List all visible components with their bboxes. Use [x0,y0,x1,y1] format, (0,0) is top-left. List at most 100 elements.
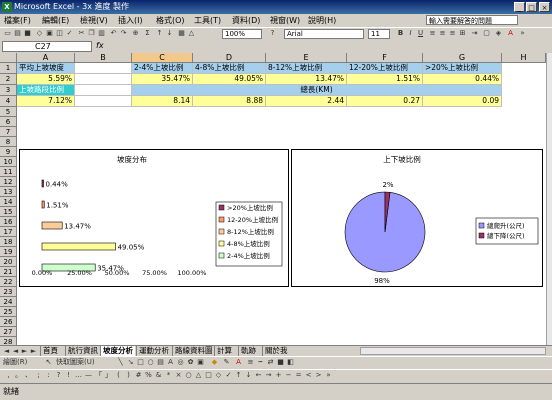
row-header[interactable]: 15 [0,207,17,217]
symbol-up-icon[interactable]: ↑ [234,371,243,380]
wordart-tool-icon[interactable]: A [166,358,175,367]
row-header[interactable]: 22 [0,277,17,287]
symbol-diamond-icon[interactable]: ◇ [214,371,223,380]
menu-help[interactable]: 說明(H) [308,15,336,26]
cell-g1[interactable]: >20%上坡比例 [423,63,502,74]
symbol-gt-icon[interactable]: > [314,371,323,380]
zoom-select[interactable]: 100% [222,29,262,39]
autosum-icon[interactable]: Σ [143,29,152,38]
chart-wizard-icon[interactable]: ▦ [177,29,186,38]
print-preview-icon[interactable]: ◫ [55,29,64,38]
symbol-hash-icon[interactable]: # [134,371,143,380]
row-header[interactable]: 10 [0,157,17,167]
merge-center-icon[interactable]: ⊞ [458,29,467,38]
menu-edit[interactable]: 編輯(E) [42,15,69,26]
cell-d1[interactable]: 4-8%上坡比例 [193,63,266,74]
last-sheet-icon[interactable]: ► [29,346,38,355]
autoshapes-menu-button[interactable]: 快取圖案(U) [56,358,112,367]
cell-g2[interactable]: 0.44% [423,74,502,85]
row-header[interactable]: 4 [0,96,17,107]
menu-data[interactable]: 資料(D) [232,15,260,26]
symbol-dot-icon[interactable]: 、 [24,371,33,380]
close-button[interactable]: × [539,2,550,12]
symbol-times-icon[interactable]: × [174,371,183,380]
row-header[interactable]: 8 [0,137,17,147]
symbol-comma-icon[interactable]: , [4,371,13,380]
cell-a3[interactable]: 上坡路段比例 [17,85,75,96]
column-header-g[interactable]: G [423,53,502,63]
row-header[interactable]: 17 [0,227,17,237]
italic-icon[interactable]: I [406,29,415,38]
cell-f4[interactable]: 0.27 [347,96,423,107]
symbol-down-icon[interactable]: ↓ [244,371,253,380]
symbol-more-icon[interactable]: » [324,371,333,380]
row-header[interactable]: 12 [0,177,17,187]
symbol-ellipsis-icon[interactable]: … [74,371,83,380]
tab-about-me[interactable]: 關於我 [262,346,290,356]
column-header-c[interactable]: C [132,53,193,63]
shadow-icon[interactable]: ■ [276,358,285,367]
sort-desc-icon[interactable]: ↓ [165,29,174,38]
row-header[interactable]: 7 [0,127,17,137]
symbol-check-icon[interactable]: ✓ [224,371,233,380]
cell-f2[interactable]: 1.51% [347,74,423,85]
oval-tool-icon[interactable]: ○ [146,358,155,367]
symbol-bracket-close-icon[interactable]: 」 [104,371,113,380]
cell-d2[interactable]: 49.05% [193,74,266,85]
tab-exercise-analysis[interactable]: 運動分析 [136,346,171,356]
cell-e3[interactable]: 總長(KM) [132,85,502,96]
prev-sheet-icon[interactable]: ◄ [11,346,20,355]
symbol-left-icon[interactable]: ← [254,371,263,380]
symbol-circle-icon[interactable]: ○ [184,371,193,380]
cell-e4[interactable]: 2.44 [266,96,347,107]
picture-tool-icon[interactable]: ▣ [196,358,205,367]
fill-color-tool-icon[interactable]: ◆ [210,358,219,367]
row-header[interactable]: 14 [0,197,17,207]
row-header[interactable]: 28 [0,337,17,345]
cell-a1[interactable]: 平均上坡坡度 [17,63,75,74]
symbol-plus-icon[interactable]: + [274,371,283,380]
tab-slope-analysis[interactable]: 坡度分析 [100,346,135,356]
symbol-triangle-icon[interactable]: △ [194,371,203,380]
symbol-semicolon-icon[interactable]: ; [34,371,43,380]
tab-home[interactable]: 首頁 [40,346,60,356]
help-icon[interactable]: ? [268,29,277,38]
row-header[interactable]: 23 [0,287,17,297]
select-all-corner[interactable] [0,53,17,63]
menu-window[interactable]: 視窗(W) [270,15,300,26]
column-header-f[interactable]: F [347,53,423,63]
3d-icon[interactable]: ◧ [286,358,295,367]
menu-insert[interactable]: 插入(I) [118,15,143,26]
tab-flight-info[interactable]: 航行資訊 [65,346,100,356]
cell-c2[interactable]: 35.47% [132,74,193,85]
symbol-dash-icon[interactable]: — [84,371,93,380]
symbol-equal-icon[interactable]: = [294,371,303,380]
print-icon[interactable]: ▣ [45,29,54,38]
save-icon[interactable]: ■ [23,29,32,38]
row-header[interactable]: 25 [0,307,17,317]
tab-calculation[interactable]: 計算 [214,346,234,356]
line-style-icon[interactable]: ≡ [246,358,255,367]
up-down-ratio-chart[interactable]: 上下坡比例 98% 2% 總爬升(公尺) 總下降(公尺) [291,149,543,287]
font-select[interactable]: Arial [284,29,364,39]
arrow-tool-icon[interactable]: ↘ [126,358,135,367]
cell-b4[interactable] [75,96,132,107]
row-header[interactable]: 2 [0,74,17,85]
name-box[interactable]: C27 [2,41,92,52]
symbol-minus-icon[interactable]: − [284,371,293,380]
paste-icon[interactable]: ▥ [97,29,106,38]
column-header-d[interactable]: D [193,53,266,63]
textbox-tool-icon[interactable]: ▤ [156,358,165,367]
indent-icon[interactable]: ⇥ [470,29,479,38]
font-size-select[interactable]: 11 [368,29,390,39]
cell-e1[interactable]: 8-12%上坡比例 [266,63,347,74]
row-header[interactable]: 18 [0,237,17,247]
row-header[interactable]: 5 [0,107,17,117]
menu-format[interactable]: 格式(O) [156,15,185,26]
maximize-button[interactable]: □ [526,2,537,12]
hyperlink-icon[interactable]: ⊕ [131,29,140,38]
row-header[interactable]: 24 [0,297,17,307]
symbol-square-icon[interactable]: □ [204,371,213,380]
first-sheet-icon[interactable]: ◄ [2,346,11,355]
symbol-star-icon[interactable]: * [164,371,173,380]
